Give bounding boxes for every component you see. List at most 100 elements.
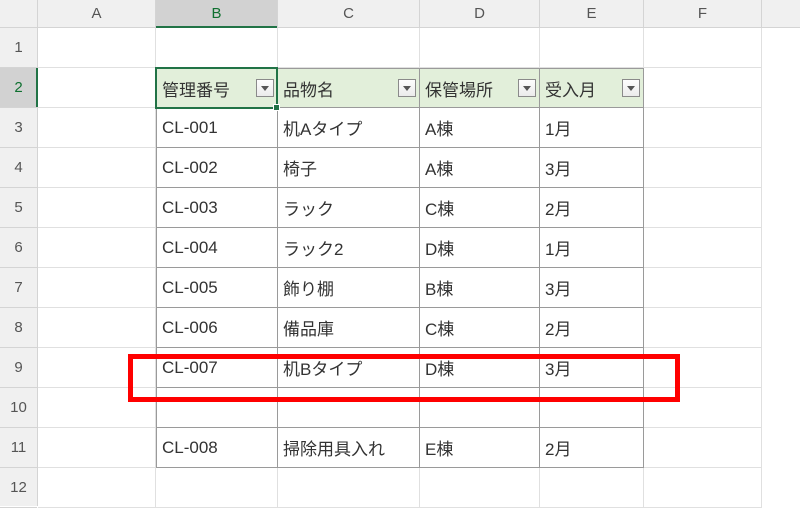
cell-A2[interactable] xyxy=(38,68,156,108)
col-header-C[interactable]: C xyxy=(278,0,420,27)
cell-F2[interactable] xyxy=(644,68,762,108)
table-cell[interactable]: 備品庫 xyxy=(278,308,420,348)
row-header-9[interactable]: 9 xyxy=(0,348,37,388)
cell-F10[interactable] xyxy=(644,388,762,428)
table-cell[interactable] xyxy=(156,388,278,428)
column-headers: A B C D E F xyxy=(0,0,800,28)
cell-F1[interactable] xyxy=(644,28,762,68)
table-cell[interactable]: D棟 xyxy=(420,348,540,388)
row-header-6[interactable]: 6 xyxy=(0,228,37,268)
col-header-D[interactable]: D xyxy=(420,0,540,27)
row-header-11[interactable]: 11 xyxy=(0,428,37,468)
row-header-1[interactable]: 1 xyxy=(0,28,37,68)
table-cell[interactable]: CL-004 xyxy=(156,228,278,268)
cell-F5[interactable] xyxy=(644,188,762,228)
cell-F4[interactable] xyxy=(644,148,762,188)
select-all-corner[interactable] xyxy=(0,0,38,27)
table-cell[interactable] xyxy=(420,388,540,428)
cell-E12[interactable] xyxy=(540,468,644,508)
table-cell[interactable]: CL-008 xyxy=(156,428,278,468)
table-cell[interactable]: CL-007 xyxy=(156,348,278,388)
table-cell[interactable]: CL-003 xyxy=(156,188,278,228)
table-header-month[interactable]: 受入月 xyxy=(540,68,644,108)
table-cell[interactable]: 2月 xyxy=(540,428,644,468)
table-cell[interactable]: 机Bタイプ xyxy=(278,348,420,388)
table-cell[interactable]: 3月 xyxy=(540,348,644,388)
table-cell[interactable]: 飾り棚 xyxy=(278,268,420,308)
cell-A12[interactable] xyxy=(38,468,156,508)
table-cell[interactable]: 1月 xyxy=(540,228,644,268)
cell-A9[interactable] xyxy=(38,348,156,388)
table-cell[interactable]: 掃除用具入れ xyxy=(278,428,420,468)
cell-C12[interactable] xyxy=(278,468,420,508)
table-cell[interactable] xyxy=(278,388,420,428)
cell-A3[interactable] xyxy=(38,108,156,148)
cell-B1[interactable] xyxy=(156,28,278,68)
table-cell[interactable]: CL-006 xyxy=(156,308,278,348)
cell-B12[interactable] xyxy=(156,468,278,508)
table-cell[interactable]: 机Aタイプ xyxy=(278,108,420,148)
filter-button-name[interactable] xyxy=(398,79,416,97)
cell-F8[interactable] xyxy=(644,308,762,348)
filter-button-month[interactable] xyxy=(622,79,640,97)
table-cell[interactable]: 2月 xyxy=(540,308,644,348)
filter-button-location[interactable] xyxy=(518,79,536,97)
header-text: 品物名 xyxy=(283,76,334,101)
row-header-3[interactable]: 3 xyxy=(0,108,37,148)
cell-A6[interactable] xyxy=(38,228,156,268)
cell-F7[interactable] xyxy=(644,268,762,308)
cell-D12[interactable] xyxy=(420,468,540,508)
table-header-id[interactable]: 管理番号 xyxy=(156,68,278,108)
table-cell[interactable]: ラック2 xyxy=(278,228,420,268)
row-header-2[interactable]: 2 xyxy=(0,68,37,108)
col-header-F[interactable]: F xyxy=(644,0,762,27)
table-cell[interactable]: C棟 xyxy=(420,188,540,228)
table-cell[interactable]: E棟 xyxy=(420,428,540,468)
filter-button-id[interactable] xyxy=(256,79,274,97)
cell-A4[interactable] xyxy=(38,148,156,188)
cell-E1[interactable] xyxy=(540,28,644,68)
table-cell[interactable] xyxy=(540,388,644,428)
cell-A8[interactable] xyxy=(38,308,156,348)
cell-F6[interactable] xyxy=(644,228,762,268)
row-header-10[interactable]: 10 xyxy=(0,388,37,428)
table-cell[interactable]: 3月 xyxy=(540,268,644,308)
cell-F12[interactable] xyxy=(644,468,762,508)
table-cell[interactable]: 3月 xyxy=(540,148,644,188)
table-cell[interactable]: A棟 xyxy=(420,108,540,148)
table-cell[interactable]: CL-001 xyxy=(156,108,278,148)
table-header-name[interactable]: 品物名 xyxy=(278,68,420,108)
table-cell[interactable]: C棟 xyxy=(420,308,540,348)
table-cell[interactable]: D棟 xyxy=(420,228,540,268)
table-cell[interactable]: CL-002 xyxy=(156,148,278,188)
cell-A5[interactable] xyxy=(38,188,156,228)
row-header-12[interactable]: 12 xyxy=(0,468,37,508)
cell-A7[interactable] xyxy=(38,268,156,308)
spreadsheet-grid: A B C D E F 1 2 3 4 5 6 7 8 9 10 11 12 xyxy=(0,0,800,506)
table-header-location[interactable]: 保管場所 xyxy=(420,68,540,108)
cell-F11[interactable] xyxy=(644,428,762,468)
cell-F3[interactable] xyxy=(644,108,762,148)
table-cell[interactable]: 1月 xyxy=(540,108,644,148)
table-cell[interactable]: B棟 xyxy=(420,268,540,308)
cell-A11[interactable] xyxy=(38,428,156,468)
row-header-8[interactable]: 8 xyxy=(0,308,37,348)
cell-A10[interactable] xyxy=(38,388,156,428)
cell-C1[interactable] xyxy=(278,28,420,68)
cell-area: 管理番号 品物名 保管場所 受入月 CL-001机AタイプA棟1月 CL-002… xyxy=(38,28,800,506)
cell-A1[interactable] xyxy=(38,28,156,68)
row-header-4[interactable]: 4 xyxy=(0,148,37,188)
header-text: 受入月 xyxy=(545,76,596,101)
col-header-A[interactable]: A xyxy=(38,0,156,27)
cell-D1[interactable] xyxy=(420,28,540,68)
table-cell[interactable]: 2月 xyxy=(540,188,644,228)
cell-F9[interactable] xyxy=(644,348,762,388)
table-cell[interactable]: CL-005 xyxy=(156,268,278,308)
table-cell[interactable]: A棟 xyxy=(420,148,540,188)
table-cell[interactable]: 椅子 xyxy=(278,148,420,188)
row-header-7[interactable]: 7 xyxy=(0,268,37,308)
col-header-B[interactable]: B xyxy=(156,0,278,27)
row-header-5[interactable]: 5 xyxy=(0,188,37,228)
col-header-E[interactable]: E xyxy=(540,0,644,27)
table-cell[interactable]: ラック xyxy=(278,188,420,228)
